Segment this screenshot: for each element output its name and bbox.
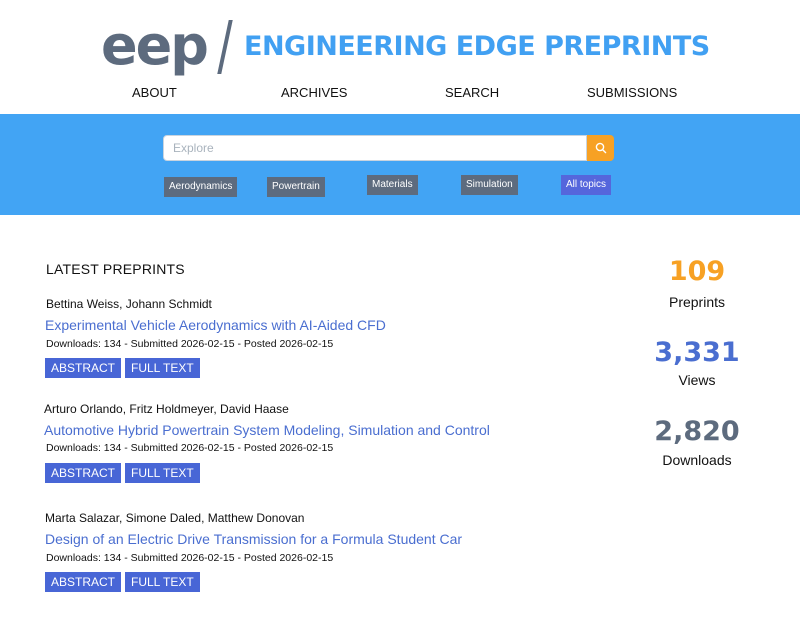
nav-search[interactable]: SEARCH xyxy=(445,84,499,102)
preprint-title-link[interactable]: Design of an Electric Drive Transmission… xyxy=(45,530,462,548)
abstract-button[interactable]: ABSTRACT xyxy=(45,572,122,592)
topic-chip-powertrain[interactable]: Powertrain xyxy=(267,177,325,197)
search-button[interactable] xyxy=(587,135,614,161)
stat-views-label: Views xyxy=(678,372,716,388)
logo-slash xyxy=(217,20,233,74)
stat-views-value: 3,331 xyxy=(654,337,740,368)
topic-chip-all[interactable]: All topics xyxy=(561,175,612,195)
topic-chip-materials[interactable]: Materials xyxy=(367,175,418,195)
preprint-meta: Downloads: 134 - Submitted 2026-02-15 - … xyxy=(46,442,334,454)
preprint-title-link[interactable]: Automotive Hybrid Powertrain System Mode… xyxy=(44,421,490,439)
preprint-meta: Downloads: 134 - Submitted 2026-02-15 - … xyxy=(46,552,334,564)
site-title[interactable]: ENGINEERING EDGE PREPRINTS xyxy=(244,30,710,64)
full-text-button[interactable]: FULL TEXT xyxy=(125,463,200,483)
nav-about[interactable]: ABOUT xyxy=(132,84,177,102)
site-header: eep ENGINEERING EDGE PREPRINTS xyxy=(0,14,800,78)
abstract-button[interactable]: ABSTRACT xyxy=(45,358,122,378)
stat-preprints-label: Preprints xyxy=(668,294,726,310)
logo-mark[interactable]: eep xyxy=(101,16,209,76)
preprint-title-link[interactable]: Experimental Vehicle Aerodynamics with A… xyxy=(45,316,386,334)
topic-chip-aerodynamics[interactable]: Aerodynamics xyxy=(164,177,238,197)
nav-submissions[interactable]: SUBMISSIONS xyxy=(587,84,677,102)
search-input[interactable] xyxy=(163,135,587,161)
stat-downloads-label: Downloads xyxy=(662,452,732,468)
stat-preprints-value: 109 xyxy=(668,256,726,287)
search-icon xyxy=(595,142,606,154)
topic-chip-simulation[interactable]: Simulation xyxy=(461,175,518,195)
nav-archives[interactable]: ARCHIVES xyxy=(281,84,347,102)
preprint-authors: Marta Salazar, Simone Daled, Matthew Don… xyxy=(45,511,305,525)
search-band: Aerodynamics Powertrain Materials Simula… xyxy=(0,114,800,215)
main-nav: ABOUT ARCHIVES SEARCH SUBMISSIONS xyxy=(0,84,800,102)
preprint-authors: Arturo Orlando, Fritz Holdmeyer, David H… xyxy=(44,402,289,416)
full-text-button[interactable]: FULL TEXT xyxy=(125,358,200,378)
full-text-button[interactable]: FULL TEXT xyxy=(125,572,200,592)
preprint-authors: Bettina Weiss, Johann Schmidt xyxy=(46,297,212,311)
latest-preprints-heading: LATEST PREPRINTS xyxy=(46,261,185,277)
preprint-meta: Downloads: 134 - Submitted 2026-02-15 - … xyxy=(46,338,334,350)
abstract-button[interactable]: ABSTRACT xyxy=(45,463,122,483)
stat-downloads-value: 2,820 xyxy=(654,416,740,447)
